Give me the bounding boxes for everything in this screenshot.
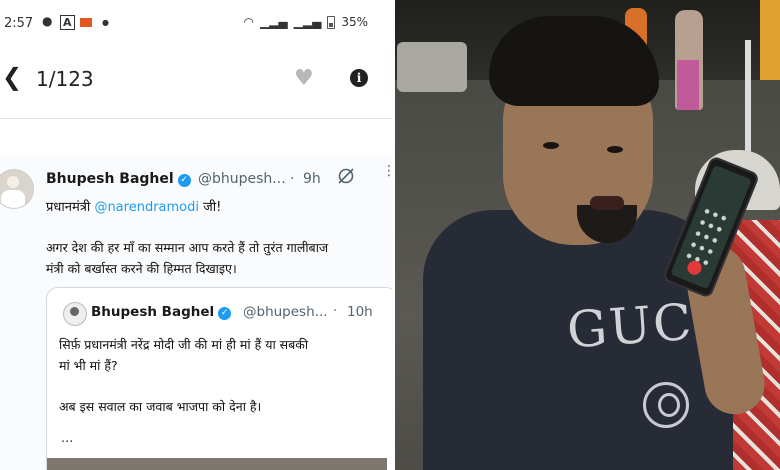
quoted-author-name: Bhupesh Baghel — [91, 304, 215, 320]
divider — [0, 118, 392, 119]
status-right-icons: ◠ ▁▂▄ ▁▂▄ 35% — [243, 15, 368, 29]
mention-link[interactable]: @narendramodi — [94, 200, 199, 215]
status-time: 2:57 — [4, 16, 34, 31]
tweet-author[interactable]: Bhupesh Baghel ✓ — [46, 171, 191, 187]
avatar[interactable] — [0, 169, 34, 209]
quoted-author: Bhupesh Baghel ✓ — [91, 304, 232, 320]
tweet-age[interactable]: 9h — [303, 171, 321, 187]
separator-dot: · — [290, 171, 295, 187]
tweet-author-name: Bhupesh Baghel — [46, 171, 174, 187]
tweet-handle[interactable]: @bhupesh... — [198, 171, 286, 187]
man-eye — [607, 146, 623, 153]
a-app-icon: A — [60, 15, 75, 30]
quoted-age: 10h — [347, 304, 373, 320]
orange-app-icon — [80, 18, 92, 27]
tweet-body: अगर देश की हर माँ का सम्मान आप करते हैं … — [46, 237, 392, 279]
quoted-line: सिर्फ़ प्रधानमंत्री नरेंद्र मोदी जी की म… — [59, 337, 309, 352]
separator-dot: · — [333, 304, 338, 319]
quoted-line: मां भी मां हैं? — [59, 358, 118, 373]
tweet-line1-suffix: जी! — [198, 200, 222, 215]
verified-badge-icon: ✓ — [218, 307, 232, 320]
background-person — [760, 0, 780, 80]
quoted-ellipsis: ... — [61, 431, 74, 446]
phone-keypad — [682, 204, 732, 271]
grok-icon[interactable] — [337, 167, 355, 185]
background-person — [677, 60, 699, 110]
battery-icon — [327, 15, 336, 29]
shirt-emblem — [643, 382, 689, 428]
man-eye — [543, 142, 559, 149]
tweet-line1-prefix: प्रधानमंत्री — [46, 200, 95, 215]
signal-2-icon: ▁▂▄ — [293, 15, 322, 29]
quoted-media-preview[interactable] — [47, 458, 387, 470]
image-counter: 1/123 — [36, 67, 94, 91]
verified-badge-icon: ✓ — [177, 174, 191, 187]
more-options-icon[interactable]: ⋮ — [382, 164, 392, 178]
news-photo: GUCCI — [395, 0, 780, 470]
battery-percent: 35% — [341, 15, 368, 29]
dot-icon: ● — [102, 18, 109, 27]
tweet-body-line: मंत्री को बर्खास्त करने की हिम्मत दिखाइए… — [46, 261, 237, 276]
tweet-line1: प्रधानमंत्री @narendramodi जी! — [46, 197, 221, 215]
tweet-body-line: अगर देश की हर माँ का सम्मान आप करते हैं … — [46, 240, 329, 255]
quoted-body: सिर्फ़ प्रधानमंत्री नरेंद्र मोदी जी की म… — [59, 334, 389, 417]
wifi-icon: ◠ — [243, 15, 254, 29]
background-cart — [397, 42, 467, 92]
quoted-tweet[interactable]: Bhupesh Baghel ✓ @bhupesh... · 10h सिर्फ़… — [46, 287, 392, 470]
quoted-handle: @bhupesh... — [243, 304, 328, 320]
tweet-card[interactable]: Bhupesh Baghel ✓ @bhupesh... · 9h ⋮ प्रधा… — [0, 155, 392, 470]
chat-icon: ● — [42, 14, 53, 28]
viewer-app-bar: ❮ 1/123 ♥ i — [0, 50, 392, 106]
info-icon[interactable]: i — [350, 69, 368, 87]
tweet-screenshot-panel: 2:57 ● A ● ◠ ▁▂▄ ▁▂▄ 35% ❮ 1/123 ♥ i Bhu… — [0, 0, 392, 470]
status-bar: 2:57 ● A ● ◠ ▁▂▄ ▁▂▄ 35% — [0, 0, 392, 46]
quoted-line: अब इस सवाल का जवाब भाजपा को देना है। — [59, 399, 262, 414]
heart-icon[interactable]: ♥ — [294, 66, 314, 91]
signal-1-icon: ▁▂▄ — [259, 15, 288, 29]
quoted-avatar — [63, 302, 87, 326]
back-chevron-icon[interactable]: ❮ — [2, 64, 22, 90]
man-mouth — [590, 196, 624, 210]
